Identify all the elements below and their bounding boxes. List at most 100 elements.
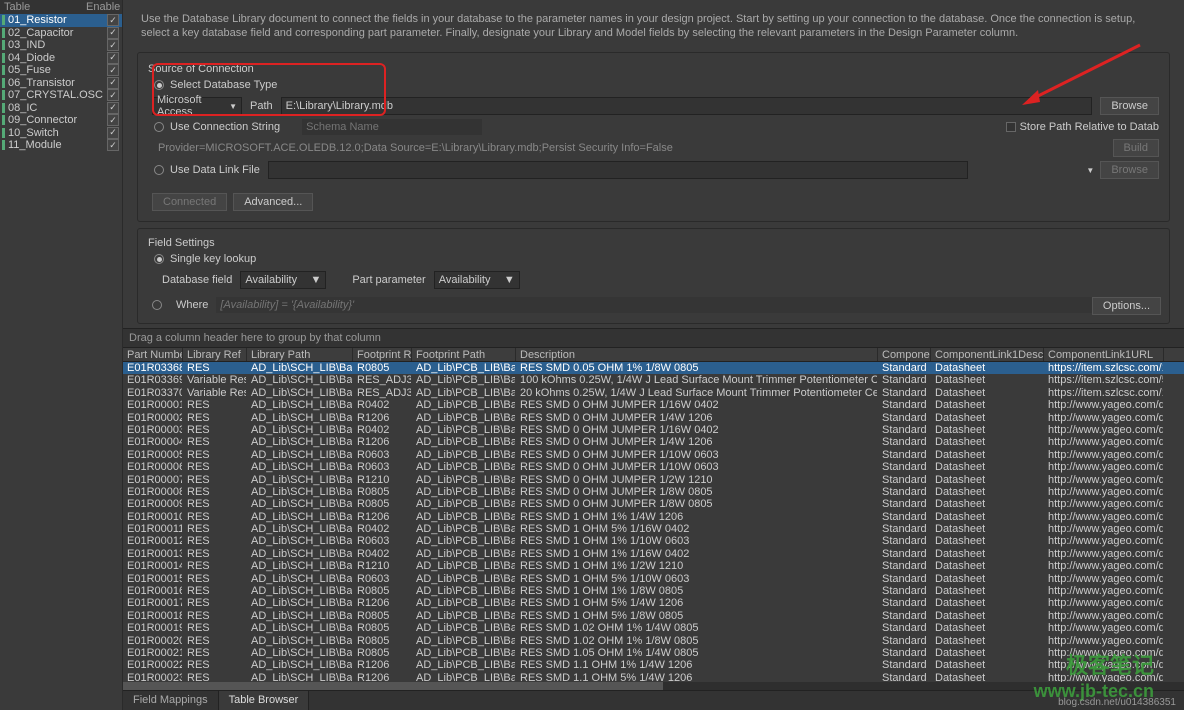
- advanced-button[interactable]: Advanced...: [233, 193, 313, 211]
- connected-button[interactable]: Connected: [152, 193, 227, 211]
- sidebar-item[interactable]: 09_Connector✓: [0, 114, 122, 127]
- part-param-label: Part parameter: [352, 274, 425, 286]
- table-row[interactable]: E01R00015RESAD_Lib\SCH_LIB\Basic.SchLibR…: [123, 573, 1184, 585]
- part-param-dropdown[interactable]: Availability▼: [434, 271, 520, 289]
- table-row[interactable]: E01R00023RESAD_Lib\SCH_LIB\Basic.SchLibR…: [123, 672, 1184, 682]
- sidebar-header-enable[interactable]: Enable: [86, 1, 122, 13]
- table-row[interactable]: E01R00016RESAD_Lib\SCH_LIB\Basic.SchLibR…: [123, 585, 1184, 597]
- datalink-input[interactable]: [268, 161, 968, 179]
- enable-checkbox[interactable]: ✓: [107, 52, 119, 64]
- enable-checkbox[interactable]: ✓: [107, 64, 119, 76]
- enable-checkbox[interactable]: ✓: [107, 102, 119, 114]
- db-type-value: Microsoft Access: [157, 94, 229, 118]
- table-row[interactable]: E01R00022RESAD_Lib\SCH_LIB\Basic.SchLibR…: [123, 659, 1184, 671]
- enable-checkbox[interactable]: ✓: [107, 139, 119, 151]
- group-bar[interactable]: Drag a column header here to group by th…: [123, 329, 1184, 348]
- h-scrollbar[interactable]: [123, 682, 1184, 690]
- radio-use-data-link[interactable]: [154, 165, 164, 175]
- enable-checkbox[interactable]: ✓: [107, 27, 119, 39]
- db-type-dropdown[interactable]: Microsoft Access ▼: [152, 97, 242, 115]
- table-row[interactable]: E01R00020RESAD_Lib\SCH_LIB\Basic.SchLibR…: [123, 635, 1184, 647]
- intro-text: Use the Database Library document to con…: [137, 8, 1170, 48]
- table-row[interactable]: E01R03369Variable ResistorsAD_Lib\SCH_LI…: [123, 374, 1184, 386]
- table-row[interactable]: E01R03370Variable ResistorsAD_Lib\SCH_LI…: [123, 387, 1184, 399]
- col-library-path[interactable]: Library Path: [247, 348, 353, 361]
- table-row[interactable]: E01R00010RESAD_Lib\SCH_LIB\Basic.SchLibR…: [123, 511, 1184, 523]
- sidebar-item[interactable]: 05_Fuse✓: [0, 64, 122, 77]
- path-input[interactable]: E:\Library\Library.mdb: [281, 97, 1093, 115]
- table-row[interactable]: E01R00004RESAD_Lib\SCH_LIB\Basic.SchLibR…: [123, 436, 1184, 448]
- radio-use-conn-string[interactable]: [154, 122, 164, 132]
- col-footprint-ref[interactable]: Footprint Ref: [353, 348, 412, 361]
- where-input[interactable]: [216, 297, 1159, 313]
- enable-checkbox[interactable]: ✓: [107, 114, 119, 126]
- enable-checkbox[interactable]: ✓: [107, 127, 119, 139]
- table-row[interactable]: E01R00012RESAD_Lib\SCH_LIB\Basic.SchLibR…: [123, 535, 1184, 547]
- sidebar-item[interactable]: 11_Module✓: [0, 139, 122, 152]
- options-button[interactable]: Options...: [1092, 297, 1161, 315]
- table-row[interactable]: E01R00002RESAD_Lib\SCH_LIB\Basic.SchLibR…: [123, 412, 1184, 424]
- table-row[interactable]: E01R00014RESAD_Lib\SCH_LIB\Basic.SchLibR…: [123, 560, 1184, 572]
- table-row[interactable]: E01R00013RESAD_Lib\SCH_LIB\Basic.SchLibR…: [123, 548, 1184, 560]
- sidebar-item[interactable]: 01_Resistor✓: [0, 14, 122, 27]
- col-part-number[interactable]: Part Number: [123, 348, 183, 361]
- table-row[interactable]: E01R00018RESAD_Lib\SCH_LIB\Basic.SchLibR…: [123, 610, 1184, 622]
- table-icon: [2, 40, 5, 50]
- table-icon: [2, 28, 5, 38]
- table-row[interactable]: E01R00007RESAD_Lib\SCH_LIB\Basic.SchLibR…: [123, 474, 1184, 486]
- sidebar-item-label: 05_Fuse: [8, 64, 107, 76]
- sidebar-item[interactable]: 04_Diode✓: [0, 52, 122, 65]
- enable-checkbox[interactable]: ✓: [107, 77, 119, 89]
- sidebar-item-label: 11_Module: [8, 139, 107, 151]
- browse2-button[interactable]: Browse: [1100, 161, 1159, 179]
- table-row[interactable]: E01R03368RESAD_Lib\SCH_LIB\Basic.SchLibR…: [123, 362, 1184, 374]
- radio-where[interactable]: [152, 300, 162, 310]
- grid-header: Part Number Library Ref Library Path Foo…: [123, 348, 1184, 362]
- table-icon: [2, 65, 5, 75]
- tab-field-mappings[interactable]: Field Mappings: [123, 691, 219, 710]
- radio-select-db-type[interactable]: [154, 80, 164, 90]
- sidebar-item-label: 02_Capacitor: [8, 27, 107, 39]
- col-library-ref[interactable]: Library Ref: [183, 348, 247, 361]
- build-button[interactable]: Build: [1113, 139, 1159, 157]
- table-row[interactable]: E01R00009RESAD_Lib\SCH_LIB\Basic.SchLibR…: [123, 498, 1184, 510]
- h-scroll-thumb[interactable]: [123, 682, 663, 690]
- table-icon: [2, 78, 5, 88]
- store-path-checkbox[interactable]: [1006, 122, 1016, 132]
- table-row[interactable]: E01R00017RESAD_Lib\SCH_LIB\Basic.SchLibR…: [123, 597, 1184, 609]
- sidebar-header-table[interactable]: Table: [0, 1, 86, 13]
- sidebar-item[interactable]: 07_CRYSTAL.OSC✓: [0, 89, 122, 102]
- sidebar-item[interactable]: 02_Capacitor✓: [0, 27, 122, 40]
- enable-checkbox[interactable]: ✓: [107, 14, 119, 26]
- sidebar-item-label: 09_Connector: [8, 114, 107, 126]
- enable-checkbox[interactable]: ✓: [107, 89, 119, 101]
- table-row[interactable]: E01R00003RESAD_Lib\SCH_LIB\Basic.SchLibR…: [123, 424, 1184, 436]
- table-row[interactable]: E01R00011RESAD_Lib\SCH_LIB\Basic.SchLibR…: [123, 523, 1184, 535]
- col-description[interactable]: Description: [516, 348, 878, 361]
- col-footprint-path[interactable]: Footprint Path: [412, 348, 516, 361]
- table-row[interactable]: E01R00019RESAD_Lib\SCH_LIB\Basic.SchLibR…: [123, 622, 1184, 634]
- table-row[interactable]: E01R00001RESAD_Lib\SCH_LIB\Basic.SchLibR…: [123, 399, 1184, 411]
- browse-button[interactable]: Browse: [1100, 97, 1159, 115]
- table-row[interactable]: E01R00008RESAD_Lib\SCH_LIB\Basic.SchLibR…: [123, 486, 1184, 498]
- sidebar-item[interactable]: 03_IND✓: [0, 39, 122, 52]
- enable-checkbox[interactable]: ✓: [107, 39, 119, 51]
- col-component[interactable]: Component: [878, 348, 931, 361]
- col-link-desc[interactable]: ComponentLink1Description: [931, 348, 1044, 361]
- sidebar-item[interactable]: 08_IC✓: [0, 102, 122, 115]
- db-field-dropdown[interactable]: Availability▼: [240, 271, 326, 289]
- tab-table-browser[interactable]: Table Browser: [219, 691, 310, 710]
- store-path-label: Store Path Relative to Datab: [1020, 121, 1159, 133]
- table-row[interactable]: E01R00006RESAD_Lib\SCH_LIB\Basic.SchLibR…: [123, 461, 1184, 473]
- label-use-data-link: Use Data Link File: [170, 164, 260, 176]
- datalink-dropdown-icon[interactable]: ▼: [1086, 166, 1094, 175]
- table-row[interactable]: E01R00005RESAD_Lib\SCH_LIB\Basic.SchLibR…: [123, 449, 1184, 461]
- connection-title: Source of Connection: [148, 63, 1159, 75]
- field-settings-title: Field Settings: [148, 237, 1159, 249]
- table-row[interactable]: E01R00021RESAD_Lib\SCH_LIB\Basic.SchLibR…: [123, 647, 1184, 659]
- col-link-url[interactable]: ComponentLink1URL: [1044, 348, 1164, 361]
- sidebar-item[interactable]: 10_Switch✓: [0, 127, 122, 140]
- schema-input[interactable]: [302, 119, 482, 135]
- sidebar-item[interactable]: 06_Transistor✓: [0, 77, 122, 90]
- radio-single-key[interactable]: [154, 254, 164, 264]
